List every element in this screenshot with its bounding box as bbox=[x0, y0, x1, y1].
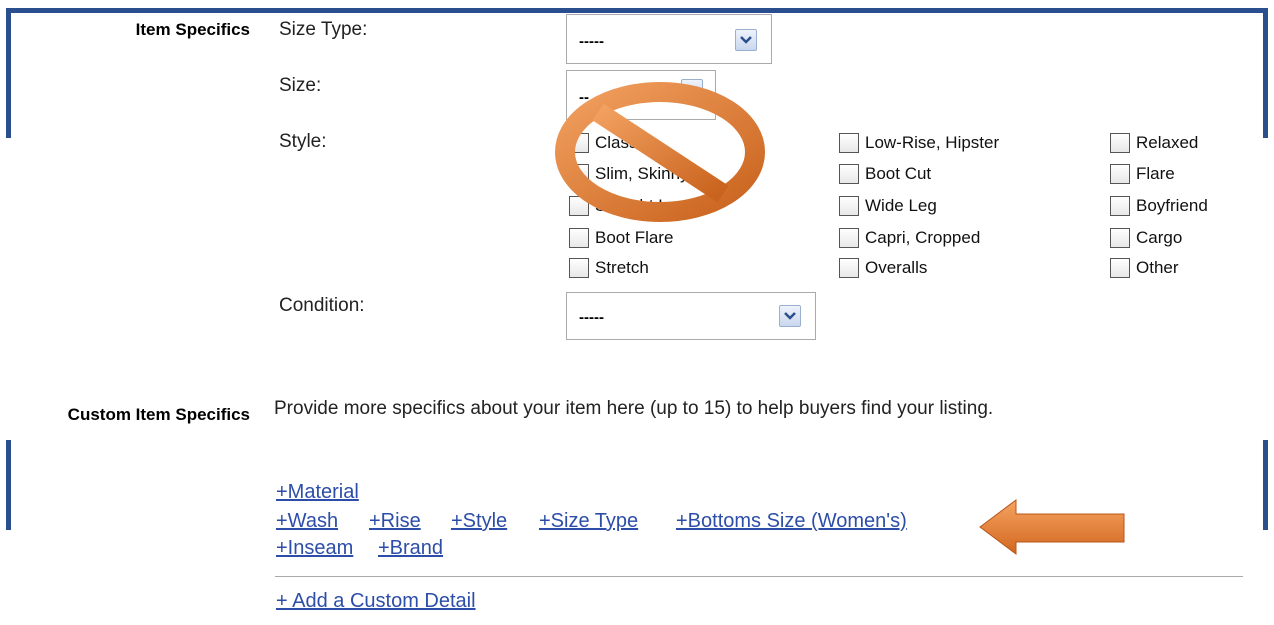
add-size-type-link[interactable]: +Size Type bbox=[539, 510, 638, 533]
style-option-wide-leg[interactable]: Wide Leg bbox=[839, 196, 937, 216]
add-style-link[interactable]: +Style bbox=[451, 510, 507, 533]
checkbox[interactable] bbox=[1110, 196, 1130, 216]
add-custom-detail-link[interactable]: + Add a Custom Detail bbox=[276, 590, 476, 613]
checkbox[interactable] bbox=[1110, 228, 1130, 248]
checkbox[interactable] bbox=[1110, 133, 1130, 153]
chevron-down-icon[interactable] bbox=[735, 29, 757, 51]
add-inseam-link[interactable]: +Inseam bbox=[276, 537, 353, 560]
condition-label: Condition: bbox=[279, 295, 365, 316]
frame-border-top bbox=[8, 8, 1268, 13]
style-option-other[interactable]: Other bbox=[1110, 258, 1179, 278]
frame-border-right bbox=[1263, 8, 1268, 138]
checkbox[interactable] bbox=[839, 164, 859, 184]
checkbox[interactable] bbox=[1110, 164, 1130, 184]
style-option-stretch[interactable]: Stretch bbox=[569, 258, 649, 278]
checkbox[interactable] bbox=[839, 133, 859, 153]
style-option-overalls[interactable]: Overalls bbox=[839, 258, 927, 278]
add-bottoms-size-link[interactable]: +Bottoms Size (Women's) bbox=[676, 510, 907, 533]
size-type-value: ----- bbox=[579, 33, 604, 50]
frame-border-left-lower bbox=[6, 440, 11, 530]
checkbox[interactable] bbox=[839, 258, 859, 278]
checkbox[interactable] bbox=[569, 228, 589, 248]
style-option-low-rise-hipster[interactable]: Low-Rise, Hipster bbox=[839, 133, 999, 153]
style-option-boyfriend[interactable]: Boyfriend bbox=[1110, 196, 1208, 216]
checkbox[interactable] bbox=[839, 196, 859, 216]
style-option-relaxed[interactable]: Relaxed bbox=[1110, 133, 1198, 153]
frame-border-right-lower bbox=[1263, 440, 1268, 530]
style-option-flare[interactable]: Flare bbox=[1110, 164, 1175, 184]
add-brand-link[interactable]: +Brand bbox=[378, 537, 443, 560]
add-rise-link[interactable]: +Rise bbox=[369, 510, 421, 533]
checkbox[interactable] bbox=[839, 228, 859, 248]
style-option-cargo[interactable]: Cargo bbox=[1110, 228, 1182, 248]
checkbox[interactable] bbox=[1110, 258, 1130, 278]
chevron-down-icon[interactable] bbox=[779, 305, 801, 327]
no-sign-icon bbox=[555, 82, 765, 222]
custom-item-specifics-heading: Custom Item Specifics bbox=[67, 405, 250, 424]
checkbox[interactable] bbox=[569, 258, 589, 278]
condition-value: ----- bbox=[579, 309, 604, 326]
divider bbox=[275, 576, 1243, 577]
size-type-select[interactable]: ----- bbox=[566, 14, 772, 64]
add-material-link[interactable]: +Material bbox=[276, 481, 359, 504]
custom-specifics-description: Provide more specifics about your item h… bbox=[274, 398, 994, 419]
left-arrow-icon bbox=[979, 499, 1125, 555]
condition-select[interactable]: ----- bbox=[566, 292, 816, 340]
style-option-capri-cropped[interactable]: Capri, Cropped bbox=[839, 228, 980, 248]
size-label: Size: bbox=[279, 75, 322, 96]
size-type-label: Size Type: bbox=[279, 19, 368, 40]
frame-border-left bbox=[6, 8, 11, 138]
style-option-boot-cut[interactable]: Boot Cut bbox=[839, 164, 931, 184]
style-option-boot-flare[interactable]: Boot Flare bbox=[569, 228, 673, 248]
style-label: Style: bbox=[279, 131, 327, 152]
add-wash-link[interactable]: +Wash bbox=[276, 510, 338, 533]
item-specifics-heading: Item Specifics bbox=[135, 20, 250, 39]
